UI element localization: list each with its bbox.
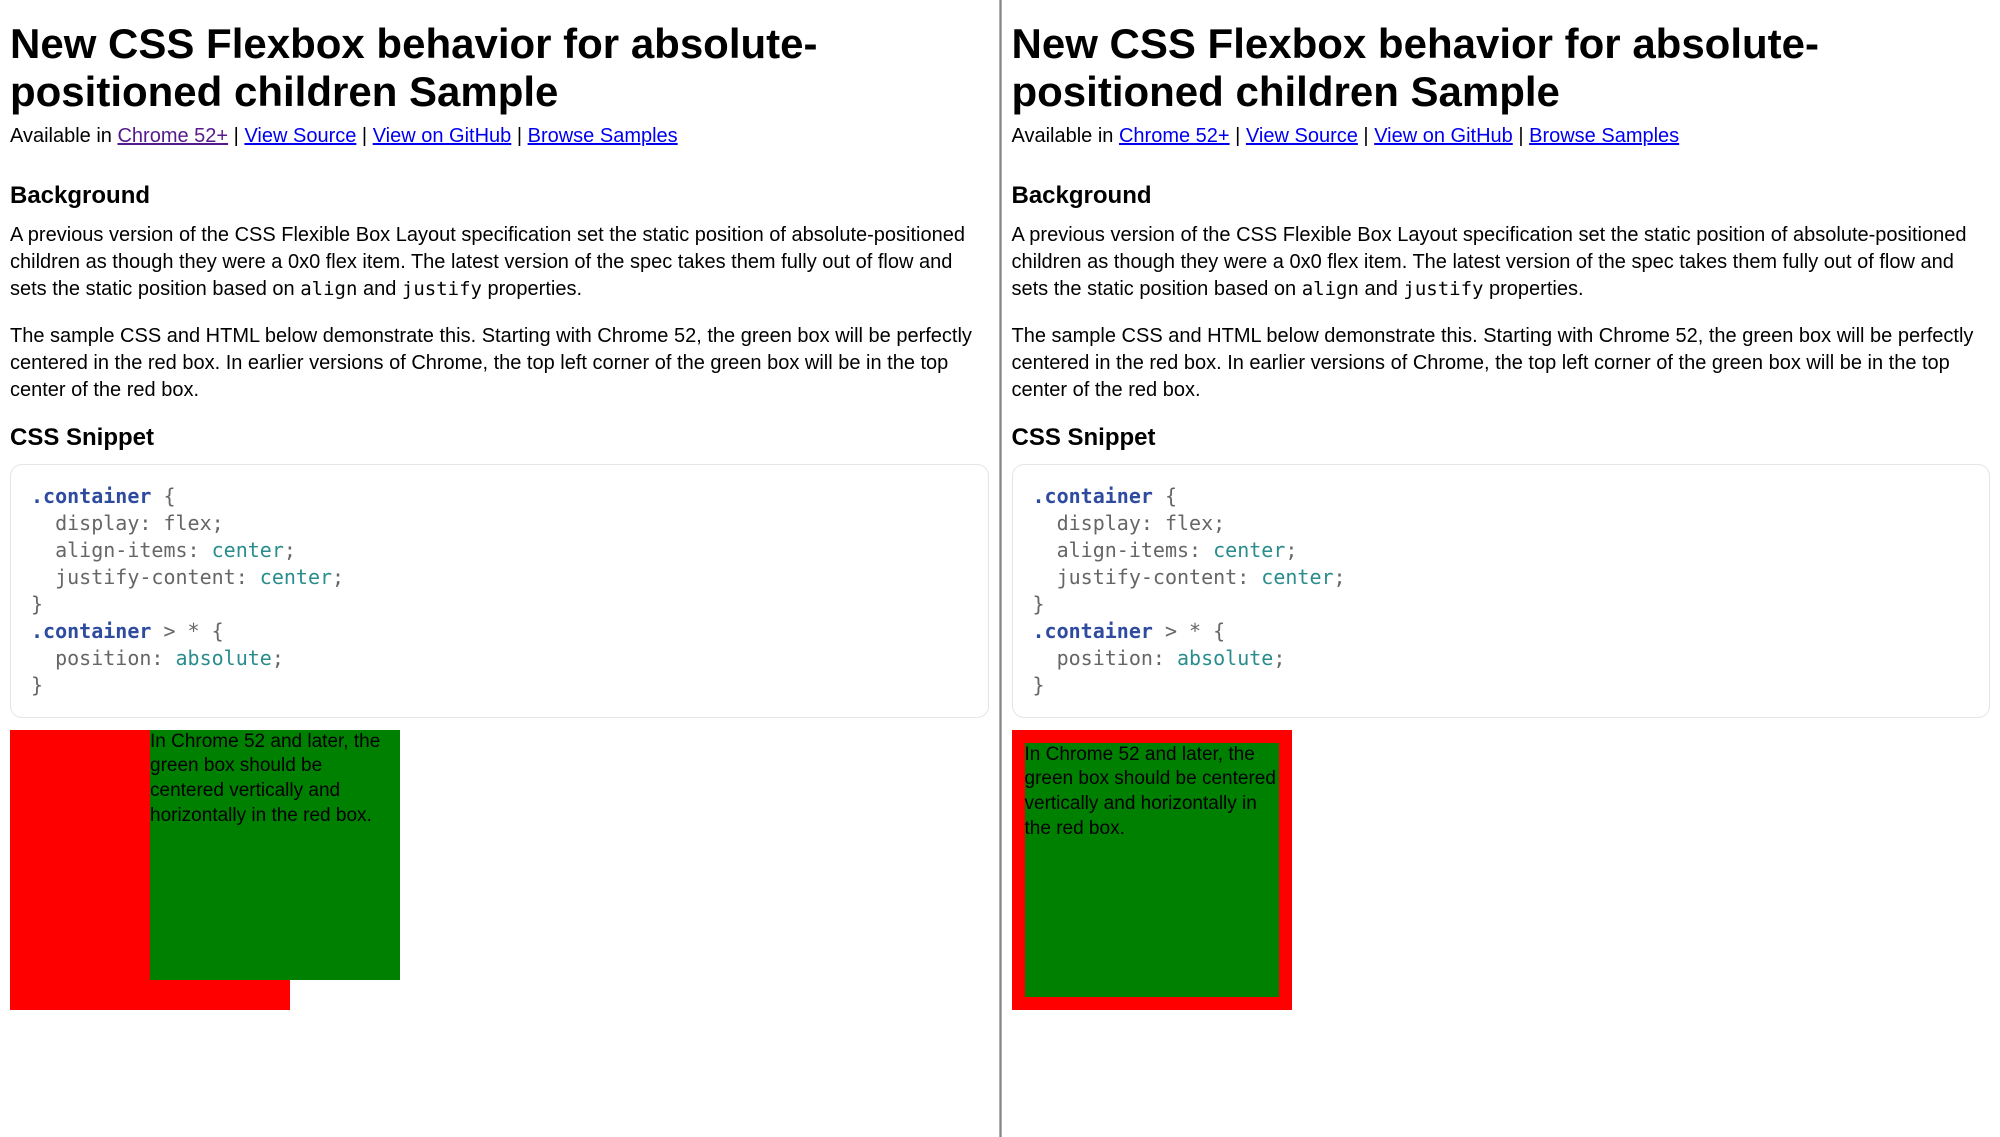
meta-bar: Available in Chrome 52+ | View Source | … bbox=[1012, 125, 1991, 148]
view-github-link[interactable]: View on GitHub bbox=[373, 125, 512, 147]
css-snippet-heading: CSS Snippet bbox=[10, 424, 989, 452]
inline-code-align: align bbox=[1302, 278, 1359, 300]
demo-area-left: In Chrome 52 and later, the green box sh… bbox=[10, 730, 989, 1030]
green-box: In Chrome 52 and later, the green box sh… bbox=[150, 730, 400, 980]
separator: | bbox=[1518, 125, 1529, 147]
green-box: In Chrome 52 and later, the green box sh… bbox=[1025, 743, 1279, 997]
page-title: New CSS Flexbox behavior for absolute-po… bbox=[1012, 20, 1991, 117]
inline-code-justify: justify bbox=[402, 278, 482, 300]
background-heading: Background bbox=[10, 182, 989, 210]
css-snippet-block: .container { display: flex; align-items:… bbox=[1012, 464, 1991, 718]
view-source-link[interactable]: View Source bbox=[244, 125, 356, 147]
css-snippet-block: .container { display: flex; align-items:… bbox=[10, 464, 989, 718]
chrome-link[interactable]: Chrome 52+ bbox=[1119, 125, 1230, 147]
background-paragraph-1: A previous version of the CSS Flexible B… bbox=[1012, 222, 1991, 303]
background-paragraph-1: A previous version of the CSS Flexible B… bbox=[10, 222, 989, 303]
left-pane: New CSS Flexbox behavior for absolute-po… bbox=[0, 0, 999, 1137]
separator: | bbox=[234, 125, 245, 147]
page-title: New CSS Flexbox behavior for absolute-po… bbox=[10, 20, 989, 117]
background-paragraph-2: The sample CSS and HTML below demonstrat… bbox=[1012, 323, 1991, 404]
meta-prefix: Available in bbox=[10, 125, 117, 147]
inline-code-align: align bbox=[300, 278, 357, 300]
browse-samples-link[interactable]: Browse Samples bbox=[1529, 125, 1679, 147]
separator: | bbox=[362, 125, 373, 147]
inline-code-justify: justify bbox=[1403, 278, 1483, 300]
separator: | bbox=[1235, 125, 1246, 147]
meta-bar: Available in Chrome 52+ | View Source | … bbox=[10, 125, 989, 148]
chrome-link[interactable]: Chrome 52+ bbox=[117, 125, 228, 147]
separator: | bbox=[517, 125, 528, 147]
view-github-link[interactable]: View on GitHub bbox=[1374, 125, 1513, 147]
demo-area-right: In Chrome 52 and later, the green box sh… bbox=[1012, 730, 1991, 1030]
meta-prefix: Available in bbox=[1012, 125, 1119, 147]
css-snippet-heading: CSS Snippet bbox=[1012, 424, 1991, 452]
browse-samples-link[interactable]: Browse Samples bbox=[528, 125, 678, 147]
red-box: In Chrome 52 and later, the green box sh… bbox=[1012, 730, 1292, 1010]
separator: | bbox=[1363, 125, 1374, 147]
background-paragraph-2: The sample CSS and HTML below demonstrat… bbox=[10, 323, 989, 404]
right-pane: New CSS Flexbox behavior for absolute-po… bbox=[1002, 0, 2000, 1137]
view-source-link[interactable]: View Source bbox=[1246, 125, 1358, 147]
background-heading: Background bbox=[1012, 182, 1991, 210]
